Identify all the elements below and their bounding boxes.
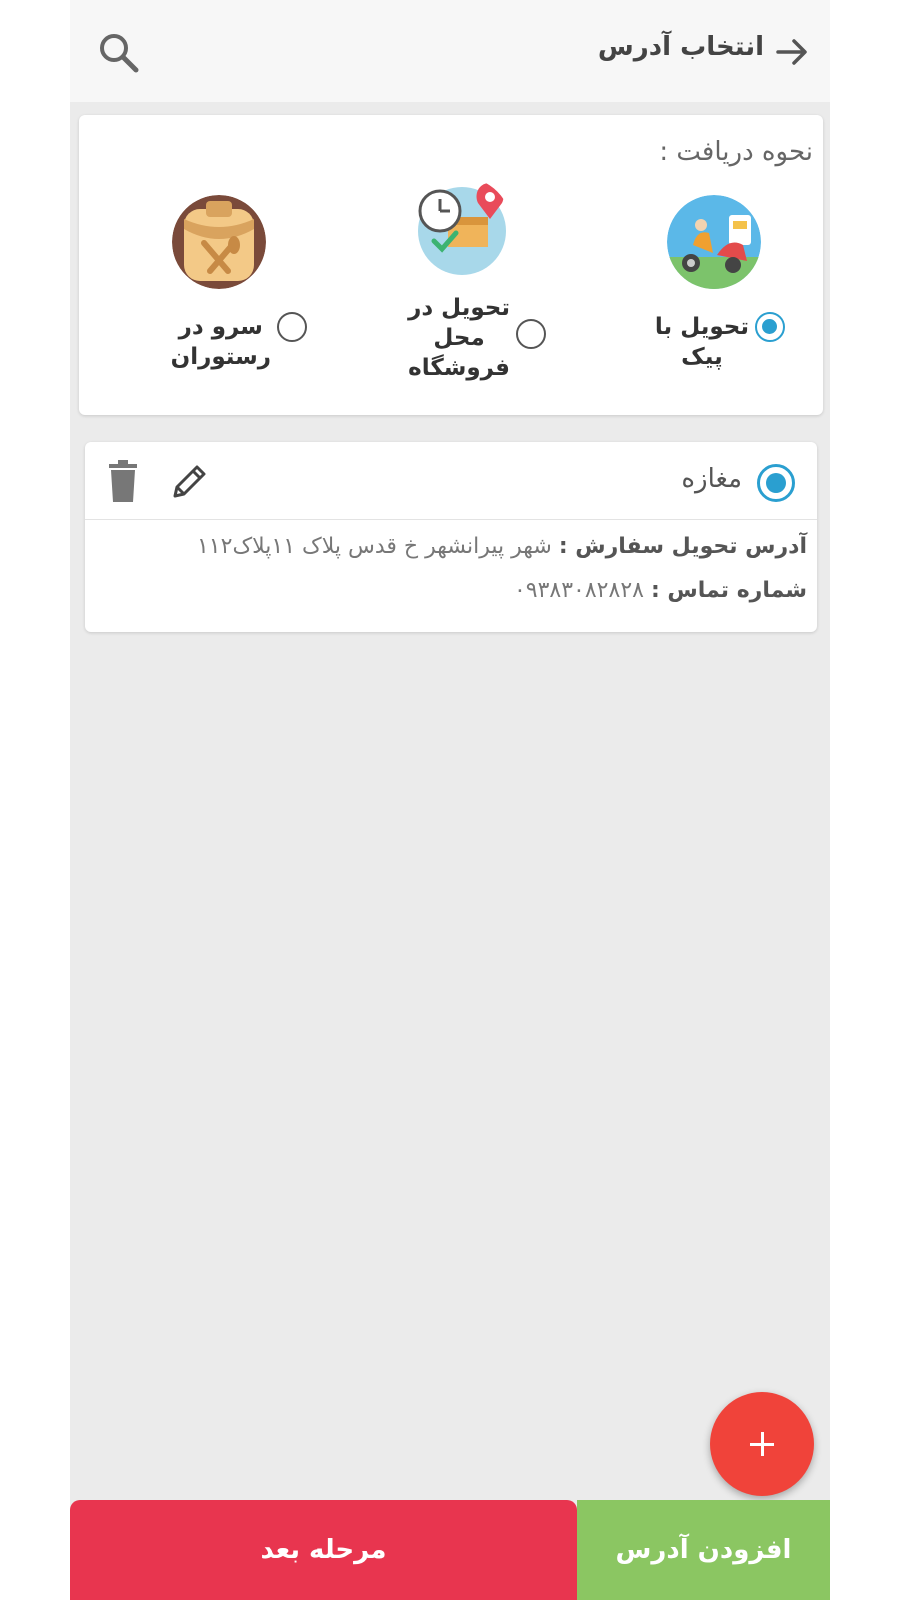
address-name: مغازه: [681, 464, 742, 494]
delivery-option-dine-in-row: سرو در رستوران: [171, 312, 307, 372]
dine-in-radio[interactable]: [277, 312, 307, 342]
restaurant-icon: [172, 195, 266, 289]
phone-line: شماره تماس : ۰۹۳۸۳۰۸۲۸۲۸: [107, 578, 807, 603]
store-pickup-radio[interactable]: [516, 319, 546, 349]
address-card-header: مغازه: [85, 442, 817, 520]
address-card[interactable]: مغازه آدرس تحویل سفارش : شهر پیرانشهر خ …: [85, 442, 817, 632]
delivery-option-store-row: تحویل در محل فروشگاه: [408, 293, 546, 383]
pencil-icon: [173, 465, 206, 498]
address-label: آدرس تحویل سفارش :: [558, 534, 807, 559]
next-step-button[interactable]: مرحله بعد: [70, 1500, 577, 1600]
delivery-option-dine-in[interactable]: سرو در رستوران: [139, 115, 339, 415]
delivery-option-courier-row: تحویل با پیک: [655, 312, 785, 372]
delivery-option-store-pickup[interactable]: تحویل در محل فروشگاه: [364, 115, 564, 415]
delivery-method-card: نحوه دریافت : تحویل با پیک تحویل در محل …: [79, 115, 823, 415]
back-button[interactable]: [772, 32, 812, 72]
address-value: شهر پیرانشهر خ قدس پلاک ۱۱پلاک۱۱۲: [196, 534, 552, 559]
dine-in-label: سرو در رستوران: [170, 314, 271, 370]
search-icon: [100, 34, 139, 73]
delete-address-button[interactable]: [103, 458, 143, 504]
store-pickup-icon: [412, 177, 512, 277]
delivery-option-courier[interactable]: تحویل با پیک: [613, 115, 813, 415]
add-address-button[interactable]: افزودن آدرس: [577, 1500, 830, 1600]
courier-radio[interactable]: [755, 312, 785, 342]
address-line: آدرس تحویل سفارش : شهر پیرانشهر خ قدس پل…: [107, 534, 807, 559]
add-fab-button[interactable]: [710, 1392, 814, 1496]
courier-label: تحویل با پیک: [654, 314, 749, 370]
trash-icon: [109, 460, 137, 502]
phone-label: شماره تماس :: [650, 578, 807, 603]
store-pickup-label: تحویل در محل فروشگاه: [408, 295, 510, 381]
edit-address-button[interactable]: [167, 460, 211, 504]
phone-value: ۰۹۳۸۳۰۸۲۸۲۸: [513, 578, 644, 603]
arrow-right-icon: [776, 39, 807, 65]
app-header: انتخاب آدرس: [70, 0, 830, 102]
app-screen: انتخاب آدرس نحوه دریافت : تحویل با پیک ت…: [70, 0, 830, 1600]
courier-scooter-icon: [667, 195, 761, 289]
search-button[interactable]: [94, 28, 144, 78]
page-title: انتخاب آدرس: [597, 32, 764, 62]
address-radio[interactable]: [757, 464, 795, 502]
